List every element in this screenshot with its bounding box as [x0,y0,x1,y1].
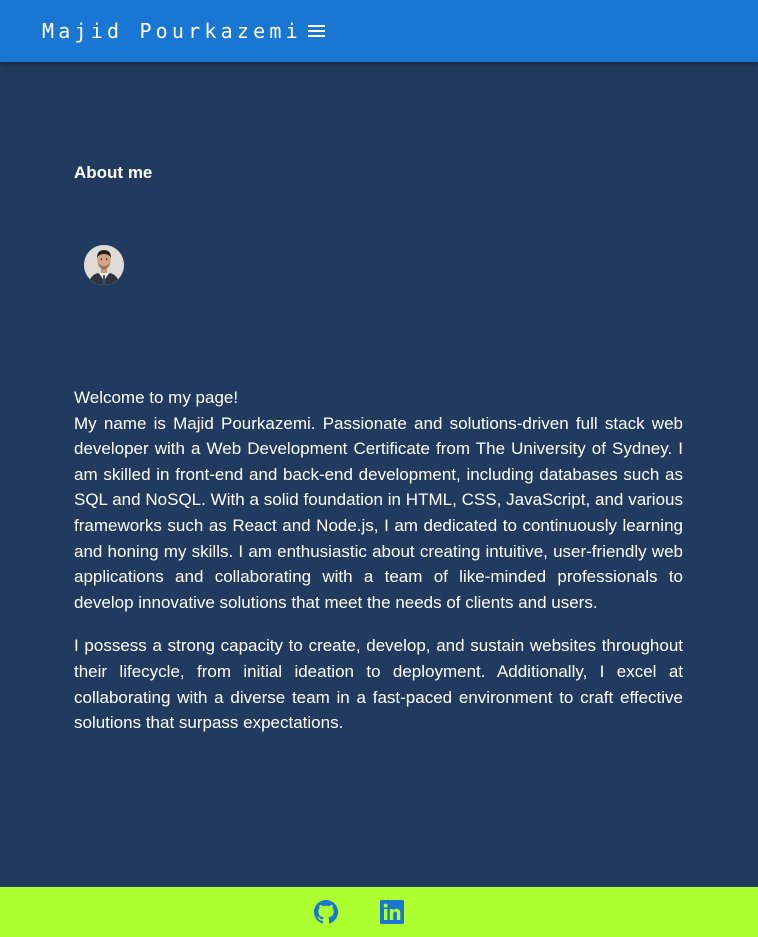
avatar [84,245,124,285]
bio-text-1: My name is Majid Pourkazemi. Passionate … [74,413,683,612]
github-icon[interactable] [314,900,338,924]
menu-bar [308,35,325,37]
github-icon-graphic [314,900,338,924]
bio-paragraph-1: Welcome to my page! My name is Majid Pour… [74,385,683,615]
menu-bar [308,30,325,32]
page: Majid Pourkazemi About me Welcome to my … [0,0,758,937]
footer [0,887,758,937]
about-text: Welcome to my page! My name is Majid Pour… [74,385,683,754]
menu-bar [308,25,325,27]
greeting: Welcome to my page! [74,388,239,407]
brand-link[interactable]: Majid Pourkazemi [42,18,302,44]
hamburger-menu-icon[interactable] [307,22,327,40]
bio-paragraph-2: I possess a strong capacity to create, d… [74,636,683,733]
linkedin-icon-graphic [380,900,404,924]
section-title: About me [74,163,153,182]
profile-photo [84,245,124,285]
linkedin-icon[interactable] [380,900,404,924]
navbar: Majid Pourkazemi [0,0,758,62]
